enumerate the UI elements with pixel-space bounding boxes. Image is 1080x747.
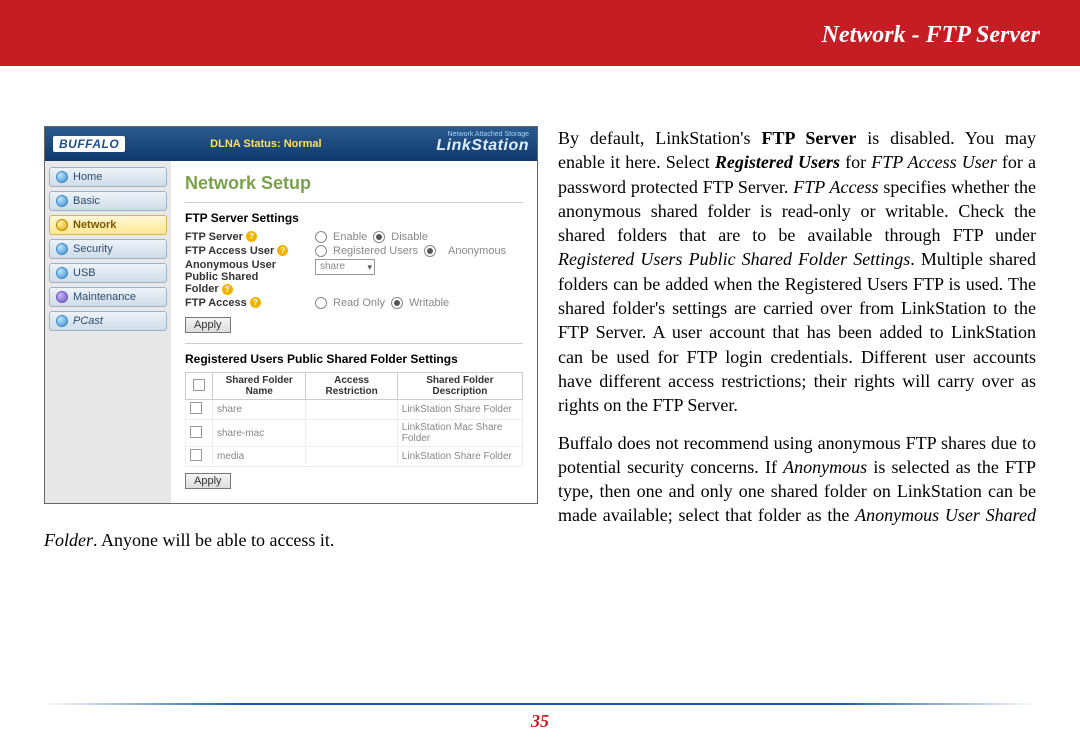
cell-desc: LinkStation Mac Share Folder [397, 420, 522, 447]
radio-anonymous[interactable] [424, 245, 436, 257]
dlna-status: DLNA Status: Normal [210, 138, 321, 150]
table-row: media LinkStation Share Folder [186, 447, 523, 467]
sidebar: Home Basic Network Security USB Maintena… [45, 161, 171, 503]
label-anon-folder: Anonymous User Public Shared Folder? [185, 259, 315, 295]
content-heading: Network Setup [185, 173, 523, 194]
label-ftp-server: FTP Server? [185, 231, 315, 243]
radio-label: Registered Users [333, 245, 418, 257]
footer-rule [44, 703, 1036, 705]
sidebar-item-pcast[interactable]: PCast [49, 311, 167, 331]
radio-label: Anonymous [448, 245, 506, 257]
radio-read-only[interactable] [315, 297, 327, 309]
cell-desc: LinkStation Share Folder [397, 447, 522, 467]
section-title-ftp-settings: FTP Server Settings [185, 211, 523, 225]
apply-button[interactable]: Apply [185, 317, 231, 333]
checkbox-row[interactable] [190, 426, 202, 438]
embedded-screenshot: BUFFALO DLNA Status: Normal Network Atta… [44, 126, 538, 504]
cell-name: share-mac [213, 420, 306, 447]
section-title-registered-users: Registered Users Public Shared Folder Se… [185, 352, 523, 366]
ss-banner: BUFFALO DLNA Status: Normal Network Atta… [45, 127, 537, 161]
header-bar: Network - FTP Server [0, 0, 1080, 66]
cell-name: share [213, 400, 306, 420]
table-row: share LinkStation Share Folder [186, 400, 523, 420]
page-number: 35 [0, 711, 1080, 732]
product-title: LinkStation [436, 138, 529, 154]
dot-icon [56, 219, 68, 231]
sidebar-item-label: USB [73, 267, 96, 279]
radio-label: Disable [391, 231, 428, 243]
ss-content: Network Setup FTP Server Settings FTP Se… [171, 161, 537, 503]
radio-registered-users[interactable] [315, 245, 327, 257]
select-anon-folder[interactable]: share [315, 259, 375, 275]
cell-name: media [213, 447, 306, 467]
product-name: Network Attached Storage LinkStation [436, 131, 529, 154]
cell-restriction [306, 420, 397, 447]
radio-label: Enable [333, 231, 367, 243]
sidebar-item-label: Maintenance [73, 291, 136, 303]
cell-restriction [306, 447, 397, 467]
help-icon[interactable]: ? [222, 284, 233, 295]
checkbox-row[interactable] [190, 449, 202, 461]
radio-label: Writable [409, 297, 449, 309]
brand-logo: BUFFALO [53, 136, 125, 152]
dot-icon [56, 315, 68, 327]
label-ftp-access: FTP Access? [185, 297, 315, 309]
sidebar-item-label: Network [73, 219, 116, 231]
cell-desc: LinkStation Share Folder [397, 400, 522, 420]
label-ftp-access-user: FTP Access User? [185, 245, 315, 257]
dot-icon [56, 243, 68, 255]
checkbox-all[interactable] [193, 379, 205, 391]
sidebar-item-label: Basic [73, 195, 100, 207]
page-title: Network - FTP Server [822, 22, 1040, 49]
sidebar-item-usb[interactable]: USB [49, 263, 167, 283]
radio-disable[interactable] [373, 231, 385, 243]
help-icon[interactable]: ? [246, 231, 257, 242]
checkbox-row[interactable] [190, 402, 202, 414]
radio-label: Read Only [333, 297, 385, 309]
sidebar-item-security[interactable]: Security [49, 239, 167, 259]
sidebar-item-label: Home [73, 171, 102, 183]
sidebar-item-label: Security [73, 243, 113, 255]
col-folder-description: Shared Folder Description [397, 373, 522, 400]
sidebar-item-home[interactable]: Home [49, 167, 167, 187]
dot-icon [56, 267, 68, 279]
sidebar-item-basic[interactable]: Basic [49, 191, 167, 211]
help-icon[interactable]: ? [277, 245, 288, 256]
table-row: share-mac LinkStation Mac Share Folder [186, 420, 523, 447]
dot-icon [56, 171, 68, 183]
dot-icon [56, 195, 68, 207]
radio-writable[interactable] [391, 297, 403, 309]
sidebar-item-label: PCast [73, 315, 103, 327]
cell-restriction [306, 400, 397, 420]
shared-folder-table: Shared Folder Name Access Restriction Sh… [185, 372, 523, 467]
help-icon[interactable]: ? [250, 297, 261, 308]
col-access-restriction: Access Restriction [306, 373, 397, 400]
dot-icon [56, 291, 68, 303]
col-folder-name: Shared Folder Name [213, 373, 306, 400]
radio-enable[interactable] [315, 231, 327, 243]
sidebar-item-network[interactable]: Network [49, 215, 167, 235]
sidebar-item-maintenance[interactable]: Maintenance [49, 287, 167, 307]
apply-button-2[interactable]: Apply [185, 473, 231, 489]
